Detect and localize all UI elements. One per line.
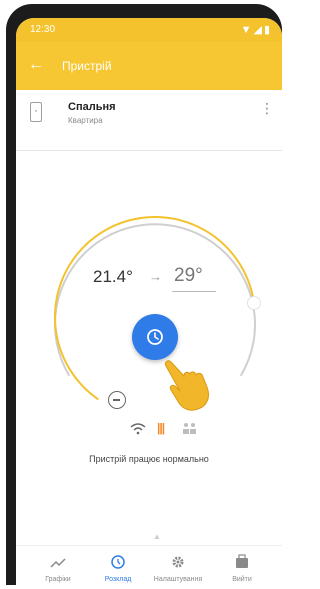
nav-item-logout[interactable]: Вийти — [212, 546, 272, 589]
people-icon — [183, 423, 196, 434]
nav-label-schedule: Розклад — [104, 576, 132, 583]
bottom-navigation: Графіки Розклад Налаштування Вийти — [16, 545, 282, 589]
briefcase-icon — [236, 554, 248, 568]
device-status-text: Пристрій працює нормально — [89, 454, 209, 464]
nav-label-settings: Налаштування — [153, 576, 203, 583]
nav-item-settings[interactable]: Налаштування — [148, 546, 208, 589]
drag-handle-icon[interactable]: ▲ — [153, 532, 161, 541]
target-temperature[interactable]: 29° — [174, 265, 203, 287]
nav-item-charts[interactable]: Графіки — [28, 546, 88, 589]
current-temperature: 21.4° — [93, 267, 133, 286]
minus-circle-icon[interactable] — [108, 391, 126, 409]
nav-label-logout: Вийти — [232, 576, 252, 583]
phone-frame: 12:30 ▼◢▮ ← Пристрій ▫ Спальня Квартира … — [6, 4, 282, 589]
gear-icon — [172, 556, 184, 568]
nav-label-charts: Графіки — [45, 576, 71, 583]
mode-icons: ||| — [129, 421, 209, 442]
wifi-icon — [130, 423, 146, 435]
target-underline — [172, 291, 216, 292]
screen: 12:30 ▼◢▮ ← Пристрій ▫ Спальня Квартира … — [16, 18, 282, 589]
heating-icon: ||| — [157, 421, 165, 435]
clock-icon — [111, 555, 125, 569]
nav-item-schedule[interactable]: Розклад — [88, 546, 148, 589]
arrow-right-icon: → — [149, 269, 162, 284]
dial-knob[interactable] — [247, 296, 261, 310]
chart-icon — [50, 558, 66, 568]
pointing-hand-icon — [165, 360, 210, 411]
